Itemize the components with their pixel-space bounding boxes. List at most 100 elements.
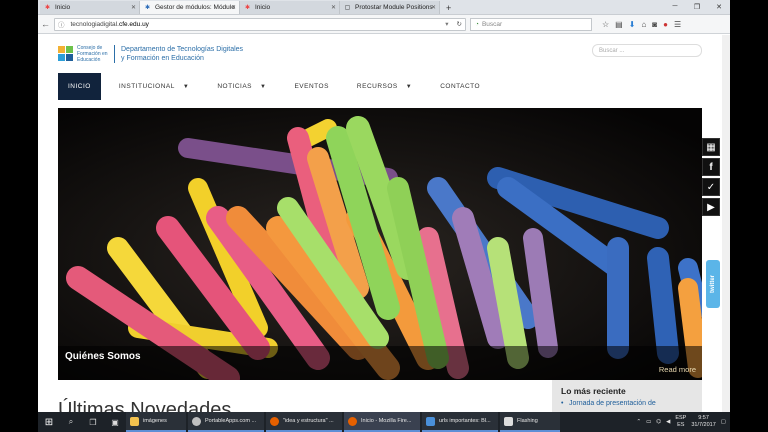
page-icon: ▢ xyxy=(344,5,351,11)
menu-item-inicio[interactable]: INICIO xyxy=(58,73,101,100)
bookmark-star-icon[interactable]: ☆ xyxy=(602,20,609,29)
read-more-link[interactable]: Read more xyxy=(659,365,696,374)
twitter-icon[interactable]: ✓ xyxy=(702,178,720,196)
hero-caption-bar xyxy=(58,346,702,380)
system-tray: ⌃ ▭ ⌬ ◀ ESP ES 9:57 31/7/2017 ▢ xyxy=(636,415,730,429)
reload-icon[interactable]: ↻ xyxy=(457,20,462,28)
site-search-input[interactable]: Buscar ... xyxy=(592,44,702,57)
list-item[interactable]: Jornada de presentación de xyxy=(561,400,693,407)
taskbar-app-firefox-2[interactable]: Inicio - Mozilla Fire... xyxy=(344,412,420,432)
tab-label: Inicio xyxy=(255,4,271,11)
back-icon[interactable]: ← xyxy=(41,19,50,29)
home-icon[interactable]: ⌂ xyxy=(641,20,646,29)
new-tab-button[interactable]: + xyxy=(440,1,457,14)
task-view-icon[interactable]: ❐ xyxy=(82,418,104,427)
menu-icon[interactable]: ☰ xyxy=(674,20,681,29)
taskbar-app-urls[interactable]: urls importantes: Bl... xyxy=(422,412,498,432)
joomla-icon: ✱ xyxy=(44,5,51,11)
restore-icon[interactable]: ❐ xyxy=(686,3,708,11)
vertical-scrollbar[interactable] xyxy=(722,35,730,412)
twitter-tab-label: twitter xyxy=(710,275,716,293)
menu-label: RECURSOS xyxy=(356,83,398,90)
url-bar[interactable]: ⓘ tecnologiadigital. cfe.edu.uy ▾ ↻ xyxy=(54,17,466,31)
portableapps-icon xyxy=(192,416,201,426)
window-icon xyxy=(504,416,513,426)
clock-date: 31/7/2017 xyxy=(691,422,716,428)
caret-down-icon: ▼ xyxy=(260,83,267,90)
menu-label: INICIO xyxy=(68,83,91,90)
hero-slideshow[interactable]: Quiénes Somos Read more xyxy=(58,108,702,380)
site-logo[interactable]: Consejo de Formación en Educación Depart… xyxy=(58,45,243,63)
chevron-up-icon[interactable]: ⌃ xyxy=(636,419,641,425)
latest-news-heading: Últimas Novedades xyxy=(58,399,232,412)
recent-sidebar-title: Lo más reciente xyxy=(561,386,626,396)
taskbar-app-flashing[interactable]: Flashing xyxy=(500,412,560,432)
tab-label: Protostar Module Positions xyxy=(355,4,433,11)
network-icon[interactable]: ⌬ xyxy=(656,419,661,425)
facebook-icon[interactable]: f xyxy=(702,158,720,176)
tab-protostar[interactable]: ▢ Protostar Module Positions ✕ xyxy=(340,1,440,14)
clock-time: 9:57 xyxy=(698,415,709,421)
menu-item-noticias[interactable]: NOTICIAS ▼ xyxy=(207,73,276,100)
tab-label: Gestor de módulos: Módulo xyxy=(155,4,235,11)
clock[interactable]: 9:57 31/7/2017 xyxy=(691,415,715,429)
taskbar-app-imagenes[interactable]: imágenes xyxy=(126,412,186,432)
pocket-icon[interactable]: ◙ xyxy=(652,20,657,29)
store-icon[interactable]: ▣ xyxy=(104,418,126,427)
joomla-icon: ✱ xyxy=(244,5,251,11)
window-controls: ─ ❐ ✕ xyxy=(664,0,730,14)
taskbar-app-firefox-1[interactable]: "idea y estructura" ... xyxy=(266,412,342,432)
search-icon[interactable]: ⌕ xyxy=(60,417,82,427)
twitter-follow-tab[interactable]: twitter xyxy=(706,260,720,308)
tab-inicio-2[interactable]: ✱ Inicio ✕ xyxy=(240,1,340,14)
tab-module-manager[interactable]: ✱ Gestor de módulos: Módulo ✕ xyxy=(140,1,240,14)
menu-item-institucional[interactable]: INSTITUCIONAL ▼ xyxy=(109,73,199,100)
joomla-icon: ✱ xyxy=(144,5,151,11)
logo-title-line2: y Formación en Educación xyxy=(121,55,204,62)
dropdown-icon[interactable]: ▾ xyxy=(445,20,448,28)
menu-label: CONTACTO xyxy=(440,83,481,90)
notifications-icon[interactable]: ▢ xyxy=(721,419,726,425)
close-icon[interactable]: ✕ xyxy=(331,4,336,11)
windows-start-icon[interactable]: ⊞ xyxy=(38,417,60,428)
abp-icon[interactable]: ● xyxy=(663,20,668,29)
close-icon[interactable]: ✕ xyxy=(231,4,236,11)
battery-icon[interactable]: ▭ xyxy=(646,419,651,425)
menu-label: EVENTOS xyxy=(294,83,329,90)
tab-inicio-1[interactable]: ✱ Inicio ✕ xyxy=(40,1,140,14)
language-indicator[interactable]: ESP ES xyxy=(675,415,686,429)
site-search-placeholder: Buscar ... xyxy=(599,47,625,54)
taskbar: ⊞ ⌕ ❐ ▣ imágenes PortableApps.com ... "i… xyxy=(38,412,730,432)
menu-item-contacto[interactable]: CONTACTO xyxy=(430,73,490,100)
browser-search-input[interactable]: ◔ Buscar xyxy=(470,17,592,31)
hero-title[interactable]: Quiénes Somos xyxy=(65,351,141,362)
youtube-icon[interactable]: ▶ xyxy=(702,198,720,216)
taskbar-app-portableapps[interactable]: PortableApps.com ... xyxy=(188,412,264,432)
chalk-photo xyxy=(58,108,702,380)
close-window-icon[interactable]: ✕ xyxy=(708,3,730,11)
toolbar-icons: ☆ ▤ ⬇ ⌂ ◙ ● ☰ xyxy=(602,20,681,29)
firefox-icon xyxy=(348,416,357,426)
logo-title: Departamento de Tecnologías Digitales y … xyxy=(115,45,243,63)
search-engine-icon: ◔ xyxy=(475,20,479,28)
logo-small-text: Consejo de Formación en Educación xyxy=(77,45,115,63)
lang-top: ESP xyxy=(675,415,687,421)
close-icon[interactable]: ✕ xyxy=(131,4,136,11)
info-icon[interactable]: ⓘ xyxy=(58,19,65,29)
taskbar-app-label: Flashing xyxy=(517,418,538,424)
close-icon[interactable]: ✕ xyxy=(431,4,436,11)
menu-item-eventos[interactable]: EVENTOS xyxy=(284,73,338,100)
menu-item-recursos[interactable]: RECURSOS ▼ xyxy=(347,73,422,100)
minimize-icon[interactable]: ─ xyxy=(664,3,686,10)
search-placeholder: Buscar xyxy=(481,20,503,28)
download-icon[interactable]: ⬇ xyxy=(629,20,636,29)
logo-mark-icon xyxy=(58,46,74,62)
site-header: Consejo de Formación en Educación Depart… xyxy=(38,35,730,73)
share-icon[interactable]: ▦ xyxy=(702,138,720,156)
tab-strip: ✱ Inicio ✕ ✱ Gestor de módulos: Módulo ✕… xyxy=(38,0,730,15)
reading-list-icon[interactable]: ▤ xyxy=(615,20,623,29)
menu-label: NOTICIAS xyxy=(217,83,253,90)
taskbar-app-label: imágenes xyxy=(143,418,167,424)
volume-icon[interactable]: ◀ xyxy=(666,419,670,425)
recent-sidebar: Lo más reciente Jornada de presentación … xyxy=(552,380,702,412)
